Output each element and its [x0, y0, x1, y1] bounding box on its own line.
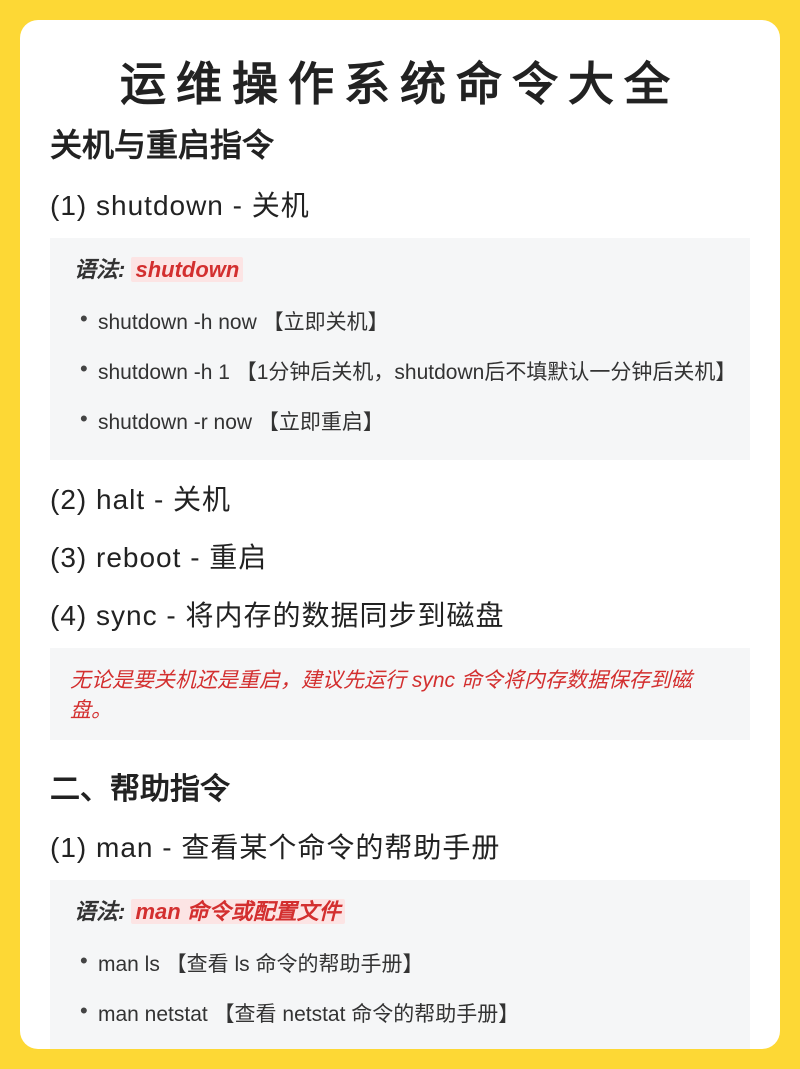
cmd-num: (4): [50, 600, 87, 631]
tip-text: 无论是要关机还是重启，建议先运行 sync 命令将内存数据保存到磁盘。: [70, 664, 730, 724]
syntax-box-man: 语法: man 命令或配置文件 man ls 【查看 ls 命令的帮助手册】 m…: [50, 880, 750, 1049]
cmd-label: sync - 将内存的数据同步到磁盘: [96, 600, 504, 631]
example-list: man ls 【查看 ls 命令的帮助手册】 man netstat 【查看 n…: [74, 938, 732, 1038]
cmd-sync: (4) sync - 将内存的数据同步到磁盘: [50, 594, 750, 634]
syntax-value: man 命令或配置文件: [131, 899, 344, 924]
cmd-halt: (2) halt - 关机: [50, 478, 750, 518]
cmd-num: (1): [50, 832, 87, 863]
cmd-label: shutdown - 关机: [96, 190, 310, 221]
section-2-heading: 二、帮助指令: [50, 764, 750, 808]
section-1-heading: 关机与重启指令: [50, 120, 750, 166]
syntax-box-shutdown: 语法: shutdown shutdown -h now 【立即关机】 shut…: [50, 238, 750, 460]
cmd-num: (3): [50, 542, 87, 573]
content-card: 运维操作系统命令大全 关机与重启指令 (1) shutdown - 关机 语法:…: [20, 20, 780, 1049]
syntax-label-text: 语法:: [74, 257, 125, 282]
syntax-label: 语法: shutdown: [74, 252, 732, 284]
syntax-value: shutdown: [131, 257, 243, 282]
cmd-num: (2): [50, 484, 87, 515]
page-title: 运维操作系统命令大全: [50, 48, 750, 114]
list-item: shutdown -r now 【立即重启】: [98, 396, 732, 446]
cmd-shutdown: (1) shutdown - 关机: [50, 184, 750, 224]
cmd-reboot: (3) reboot - 重启: [50, 536, 750, 576]
list-item: man ls 【查看 ls 命令的帮助手册】: [98, 938, 732, 988]
example-list: shutdown -h now 【立即关机】 shutdown -h 1 【1分…: [74, 296, 732, 446]
cmd-man: (1) man - 查看某个命令的帮助手册: [50, 826, 750, 866]
cmd-label: halt - 关机: [96, 484, 231, 515]
syntax-label: 语法: man 命令或配置文件: [74, 894, 732, 926]
tip-box: 无论是要关机还是重启，建议先运行 sync 命令将内存数据保存到磁盘。: [50, 648, 750, 740]
cmd-label: man - 查看某个命令的帮助手册: [96, 832, 500, 863]
list-item: shutdown -h now 【立即关机】: [98, 296, 732, 346]
syntax-label-text: 语法:: [74, 899, 125, 924]
cmd-label: reboot - 重启: [96, 542, 267, 573]
list-item: shutdown -h 1 【1分钟后关机，shutdown后不填默认一分钟后关…: [98, 346, 732, 396]
cmd-num: (1): [50, 190, 87, 221]
list-item: man netstat 【查看 netstat 命令的帮助手册】: [98, 988, 732, 1038]
